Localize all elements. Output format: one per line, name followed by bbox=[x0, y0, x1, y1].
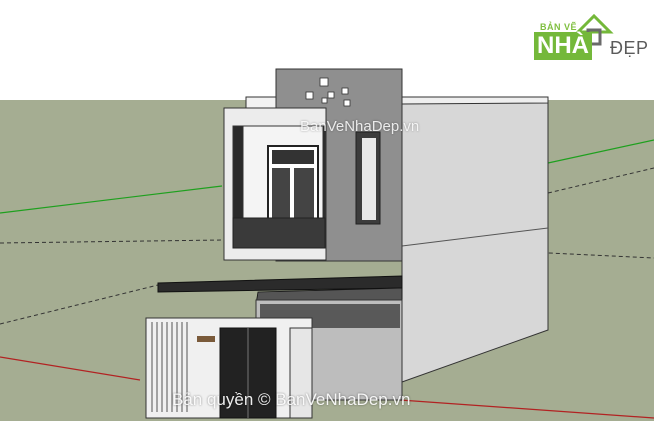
logo-dep-text: ĐẸP bbox=[610, 38, 649, 58]
balcony-railing bbox=[232, 217, 326, 249]
dashed-axis-2 bbox=[0, 239, 223, 244]
red-axis bbox=[0, 356, 141, 381]
side-wall-top bbox=[401, 96, 549, 105]
house-number-plate bbox=[197, 336, 215, 342]
green-axis-right bbox=[547, 139, 654, 164]
logo-top-text: BẢN VẼ bbox=[540, 22, 578, 32]
green-axis bbox=[0, 185, 223, 214]
watermark-center: BanVeNhaDep.vn bbox=[300, 118, 420, 135]
site-logo: BẢN VẼ NHÀ ĐẸP bbox=[530, 8, 648, 66]
dashed-axis-4 bbox=[547, 167, 654, 194]
viewport-3d[interactable]: BanVeNhaDep.vn Bản quyền © BanVeNhaDep.v… bbox=[0, 0, 654, 421]
logo-nha-text: NHÀ bbox=[534, 32, 592, 60]
side-wall bbox=[401, 96, 549, 383]
watermark-bottom: Bản quyền © BanVeNhaDep.vn bbox=[172, 390, 411, 409]
red-axis-right bbox=[399, 399, 654, 419]
dashed-axis bbox=[0, 284, 159, 325]
roof-parapet bbox=[245, 96, 277, 109]
